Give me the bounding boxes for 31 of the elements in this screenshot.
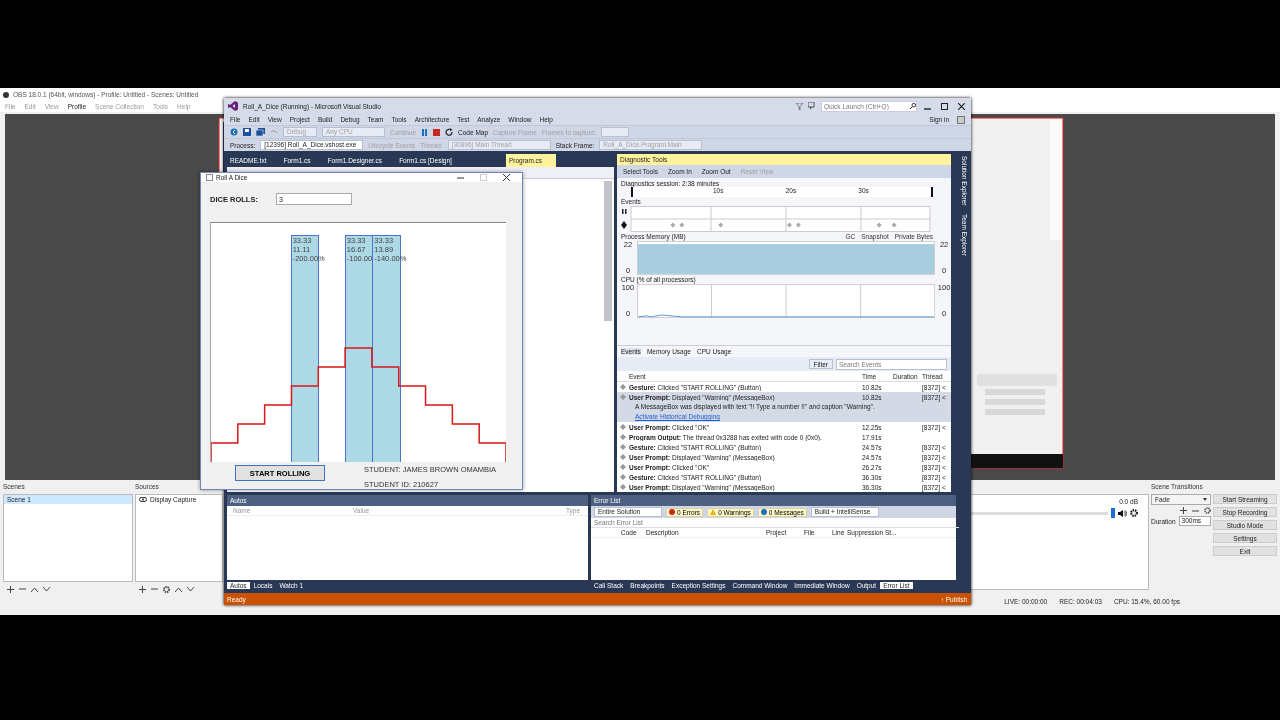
save-icon[interactable] [243, 128, 251, 136]
add-icon[interactable] [7, 585, 14, 593]
feedback-icon[interactable] [808, 102, 816, 110]
save-all-icon[interactable] [256, 128, 265, 136]
gear-icon[interactable] [1204, 507, 1211, 514]
warning-icon [710, 509, 717, 515]
add-icon[interactable] [1180, 507, 1187, 514]
scrollbar[interactable] [604, 181, 612, 321]
error-icon [669, 509, 675, 515]
up-icon[interactable] [31, 586, 38, 592]
back-icon[interactable] [230, 128, 238, 136]
app-logo-icon [228, 101, 238, 111]
close-icon[interactable] [955, 102, 967, 110]
up-icon[interactable] [175, 586, 182, 592]
speaker-icon[interactable] [1118, 509, 1127, 517]
app-logo-icon [3, 91, 9, 98]
restart-icon[interactable] [445, 128, 454, 136]
account-icon[interactable] [957, 115, 965, 124]
down-icon[interactable] [187, 586, 194, 592]
caret-icon [1203, 498, 1207, 501]
maximize-icon[interactable] [938, 102, 950, 110]
slider-handle[interactable] [1111, 508, 1115, 518]
pause-icon[interactable] [421, 128, 429, 136]
gear-icon[interactable] [163, 585, 170, 593]
info-icon [760, 509, 767, 515]
add-icon[interactable] [139, 585, 146, 593]
eye-icon[interactable] [139, 497, 147, 502]
filter-icon[interactable] [796, 102, 803, 110]
gear-icon[interactable] [1130, 509, 1138, 517]
stop-icon[interactable] [433, 128, 441, 136]
down-icon[interactable] [43, 586, 50, 592]
